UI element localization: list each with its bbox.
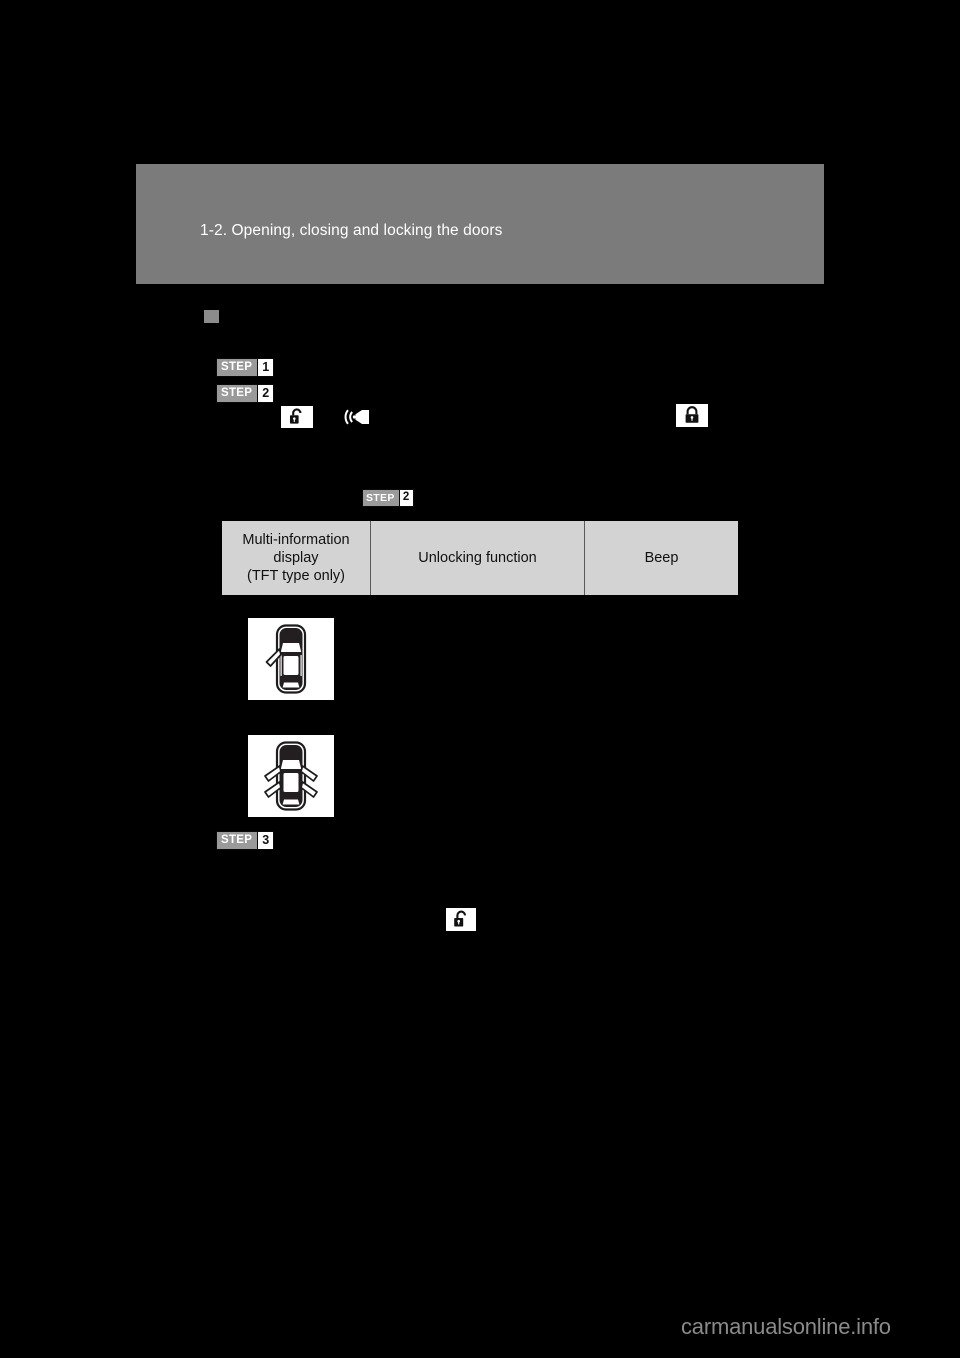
step-number: 3	[257, 832, 274, 849]
table-header-row: Multi-information display (TFT type only…	[220, 519, 740, 597]
step-badge-1: STEP 1	[216, 358, 275, 377]
step-badge-3: STEP 3	[216, 831, 275, 850]
step-number: 2	[398, 490, 413, 506]
header-line-1: Multi-information	[242, 532, 350, 548]
header-line-3: (TFT type only)	[246, 568, 346, 585]
page-title: 1-2. Opening, closing and locking the do…	[200, 222, 503, 239]
beep-speaker-icon	[340, 406, 380, 428]
step-label: STEP	[217, 359, 258, 376]
table-header-unlocking-function: Unlocking function	[370, 519, 585, 597]
section-bullet-marker	[204, 310, 219, 323]
step-label: STEP	[363, 490, 399, 506]
step-label: STEP	[217, 385, 258, 402]
step-label: STEP	[217, 832, 258, 849]
table-header-multi-information-display: Multi-information display (TFT type only…	[220, 519, 371, 597]
lock-icon	[676, 404, 708, 427]
step-badge-2: STEP 2	[216, 384, 275, 403]
site-watermark: carmanualsonline.info	[681, 1314, 891, 1339]
unlocking-function-table: Multi-information display (TFT type only…	[220, 519, 740, 598]
unlock-icon	[281, 406, 313, 428]
header-line-2: display	[273, 550, 319, 567]
step-number: 2	[257, 385, 274, 402]
step-badge-2-table: STEP 2	[362, 489, 414, 507]
car-all-doors-highlighted-figure	[248, 735, 334, 817]
table-header-beep: Beep	[584, 519, 740, 597]
car-driver-door-highlighted-figure	[248, 618, 334, 700]
unlock-icon-bottom	[446, 908, 476, 931]
step-number: 1	[257, 359, 274, 376]
